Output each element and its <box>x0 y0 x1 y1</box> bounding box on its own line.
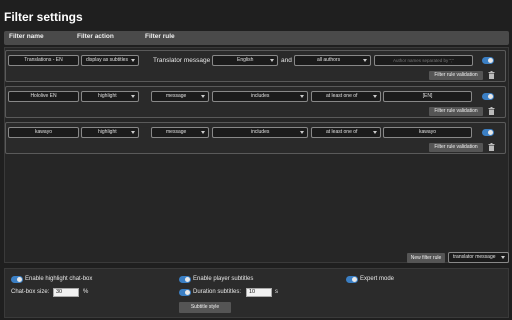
author-names-input[interactable]: Author names separated by ";" <box>374 55 473 66</box>
trash-icon[interactable] <box>488 71 495 79</box>
player-subtitles-toggle[interactable] <box>179 276 191 283</box>
header-filter-action: Filter action <box>77 33 114 40</box>
filter-rule-hololive: Hololive EN highlight message includes a… <box>5 86 506 118</box>
rule-validation-button[interactable]: Filter rule validation <box>429 107 483 116</box>
new-filter-rule-button[interactable]: New filter rule <box>407 253 445 263</box>
duration-subtitles-unit: s <box>275 289 278 295</box>
page-title: Filter settings <box>4 10 83 24</box>
duration-subtitles-input[interactable]: 10 <box>246 288 272 297</box>
rule-name-input[interactable]: kawayo <box>8 127 79 138</box>
header-filter-name: Filter name <box>9 33 44 40</box>
rule-enabled-toggle[interactable] <box>482 57 494 64</box>
rule-action-select[interactable]: highlight <box>81 127 139 138</box>
chatbox-size-unit: % <box>83 289 89 295</box>
trash-icon[interactable] <box>488 107 495 115</box>
rule-validation-button[interactable]: Filter rule validation <box>429 71 483 80</box>
filter-rule-kawayo: kawayo highlight message includes at lea… <box>5 122 506 154</box>
highlight-chatbox-toggle[interactable] <box>11 276 23 283</box>
rule-target-select[interactable]: message <box>151 127 209 138</box>
rule-quantifier-select[interactable]: at least one of <box>311 91 381 102</box>
rule-operator-select[interactable]: includes <box>212 127 308 138</box>
rule-value-input[interactable]: [EN] <box>383 91 472 102</box>
chatbox-size-label: Chat-box size: <box>11 289 50 295</box>
rule-value-input[interactable]: kawayo <box>383 127 472 138</box>
language-select[interactable]: English <box>212 55 278 66</box>
expert-mode-toggle[interactable] <box>346 276 358 283</box>
filter-rule-translations: Translations - EN display as subtitles T… <box>5 50 506 82</box>
rule-target-select[interactable]: message <box>151 91 209 102</box>
rule-action-select[interactable]: highlight <box>81 91 139 102</box>
chatbox-size-input[interactable]: 30 <box>53 288 79 297</box>
rule-name-input[interactable]: Hololive EN <box>8 91 79 102</box>
rule-validation-button[interactable]: Filter rule validation <box>429 143 483 152</box>
rule-enabled-toggle[interactable] <box>482 93 494 100</box>
rule-enabled-toggle[interactable] <box>482 129 494 136</box>
rule-name-input[interactable]: Translations - EN <box>8 55 79 66</box>
rule-operator-select[interactable]: includes <box>212 91 308 102</box>
expert-mode-label: Expert mode <box>360 276 395 282</box>
rule-type-label: Translator message <box>153 57 211 64</box>
rule-quantifier-select[interactable]: at least one of <box>311 127 381 138</box>
duration-subtitles-label: Duration subtitles: <box>193 289 242 295</box>
rule-action-select[interactable]: display as subtitles <box>81 55 139 66</box>
subtitle-style-button[interactable]: Subtitle style <box>179 302 231 313</box>
player-subtitles-label: Enable player subtitles <box>193 276 254 282</box>
settings-panel: Enable highlight chat-box Enable player … <box>4 268 509 318</box>
trash-icon[interactable] <box>488 143 495 151</box>
conjunction-label: and <box>281 57 292 64</box>
duration-subtitles-toggle[interactable] <box>179 289 191 296</box>
header-filter-rule: Filter rule <box>145 33 175 40</box>
new-rule-type-select[interactable]: translator message <box>448 252 509 263</box>
authors-select[interactable]: all authors <box>294 55 371 66</box>
highlight-chatbox-label: Enable highlight chat-box <box>25 276 93 282</box>
